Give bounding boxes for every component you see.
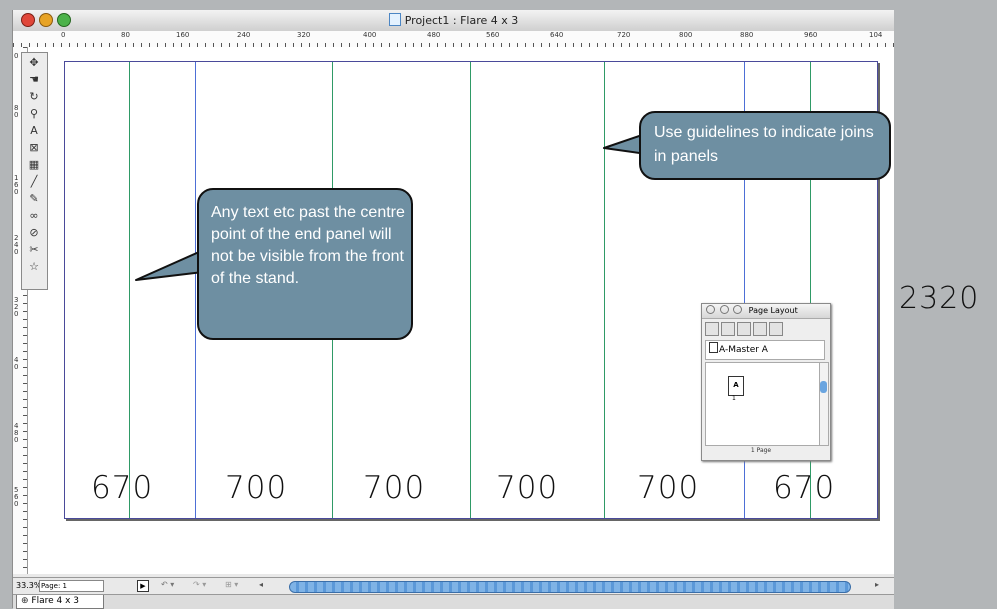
- scroll-thumb[interactable]: [820, 381, 827, 393]
- page-layout-title: Page Layout: [748, 306, 798, 315]
- total-width-label: 2320: [899, 281, 980, 316]
- blank-page-icon[interactable]: [705, 322, 719, 336]
- callout-panel-visibility: Any text etc past the centre point of th…: [197, 188, 413, 340]
- master-page-label: A-Master A: [719, 345, 768, 355]
- page-count: 1 Page: [750, 447, 772, 454]
- master-page-item[interactable]: A-Master A: [705, 340, 825, 360]
- master-page-icon: [709, 342, 718, 353]
- page-layout-palette: Page Layout A-Master A A 1 1 Page: [701, 303, 831, 461]
- minimize-palette-icon[interactable]: [719, 305, 729, 314]
- page-number: 1: [732, 395, 736, 402]
- page-layout-scrollbar[interactable]: [819, 362, 829, 446]
- apply-master-icon[interactable]: [753, 322, 767, 336]
- page-layout-buttons: [705, 321, 785, 336]
- page-layout-title-bar[interactable]: Page Layout: [702, 304, 830, 319]
- page-thumbnail[interactable]: A: [728, 376, 744, 396]
- facing-page-icon[interactable]: [721, 322, 735, 336]
- close-palette-icon[interactable]: [706, 305, 715, 314]
- page-thumbnail-area[interactable]: A 1: [705, 362, 821, 446]
- callout-guidelines: Use guidelines to indicate joins in pane…: [639, 111, 891, 180]
- callout-pointers: [135, 133, 648, 281]
- duplicate-page-icon[interactable]: [737, 322, 751, 336]
- callout-left-pointer: [135, 251, 204, 281]
- trash-icon[interactable]: [769, 322, 783, 336]
- zoom-palette-icon[interactable]: [733, 305, 743, 314]
